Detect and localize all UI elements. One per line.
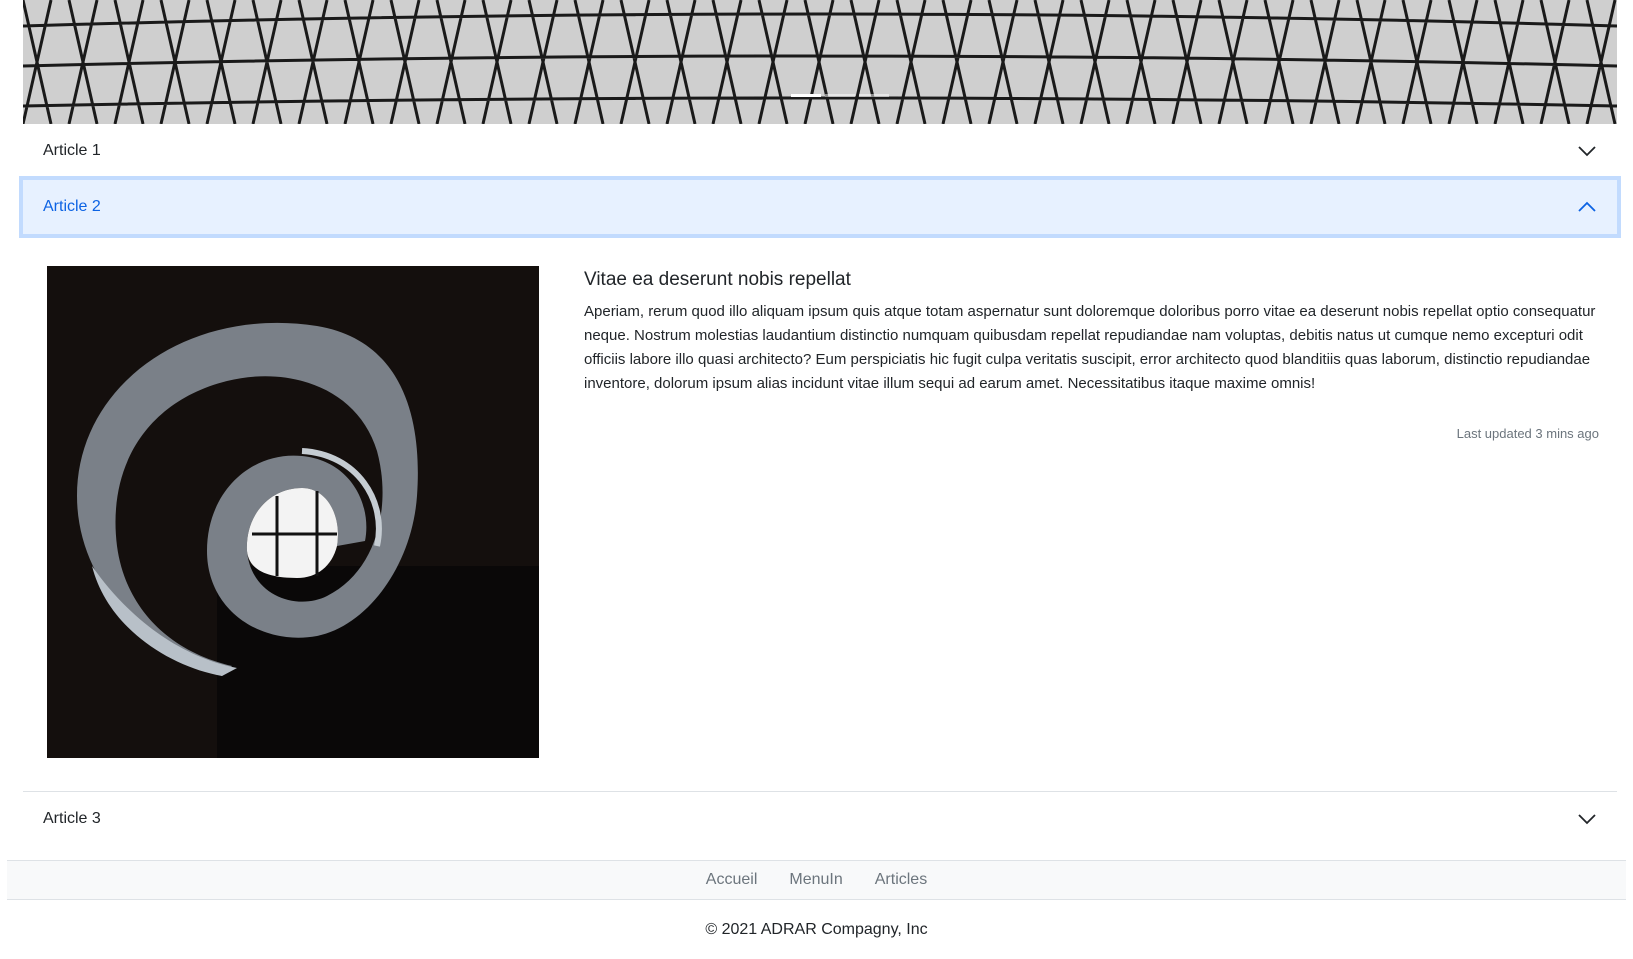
carousel-indicators — [791, 94, 889, 97]
footer-nav: Accueil MenuIn Articles — [7, 860, 1626, 900]
accordion-item-3: Article 3 — [23, 791, 1617, 846]
accordion-title: Article 3 — [43, 810, 101, 827]
accordion-item-2: Article 2 — [23, 180, 1617, 234]
glass-roof-image — [23, 0, 1617, 124]
chevron-down-icon — [1578, 814, 1596, 825]
chevron-down-icon — [1578, 146, 1596, 157]
footer-link-articles[interactable]: Articles — [875, 871, 927, 889]
chevron-up-icon — [1578, 201, 1596, 212]
hero-carousel[interactable] — [23, 0, 1617, 124]
accordion-header-article-2[interactable]: Article 2 — [23, 180, 1617, 234]
carousel-indicator-2[interactable] — [825, 94, 855, 97]
article-body: Aperiam, rerum quod illo aliquam ipsum q… — [584, 303, 1596, 392]
article-heading: Vitae ea deserunt nobis repellat — [584, 269, 851, 290]
article-content: Vitae ea deserunt nobis repellat Aperiam… — [584, 269, 1602, 441]
accordion-header-article-1[interactable]: Article 1 — [23, 124, 1617, 178]
carousel-indicator-1[interactable] — [791, 94, 821, 97]
copyright-text: © 2021 ADRAR Compagny, Inc — [705, 921, 928, 938]
carousel-indicator-3[interactable] — [859, 94, 889, 97]
spiral-staircase-image — [47, 266, 539, 758]
accordion-title: Article 2 — [43, 198, 101, 215]
last-updated-text: Last updated 3 mins ago — [1456, 426, 1599, 441]
footer-link-accueil[interactable]: Accueil — [706, 871, 758, 889]
accordion-item-1: Article 1 — [23, 124, 1617, 178]
accordion-title: Article 1 — [43, 142, 101, 159]
footer-link-menuin[interactable]: MenuIn — [789, 871, 842, 889]
accordion-body-article-2: Vitae ea deserunt nobis repellat Aperiam… — [23, 236, 1617, 791]
accordion-header-article-3[interactable]: Article 3 — [23, 792, 1617, 846]
